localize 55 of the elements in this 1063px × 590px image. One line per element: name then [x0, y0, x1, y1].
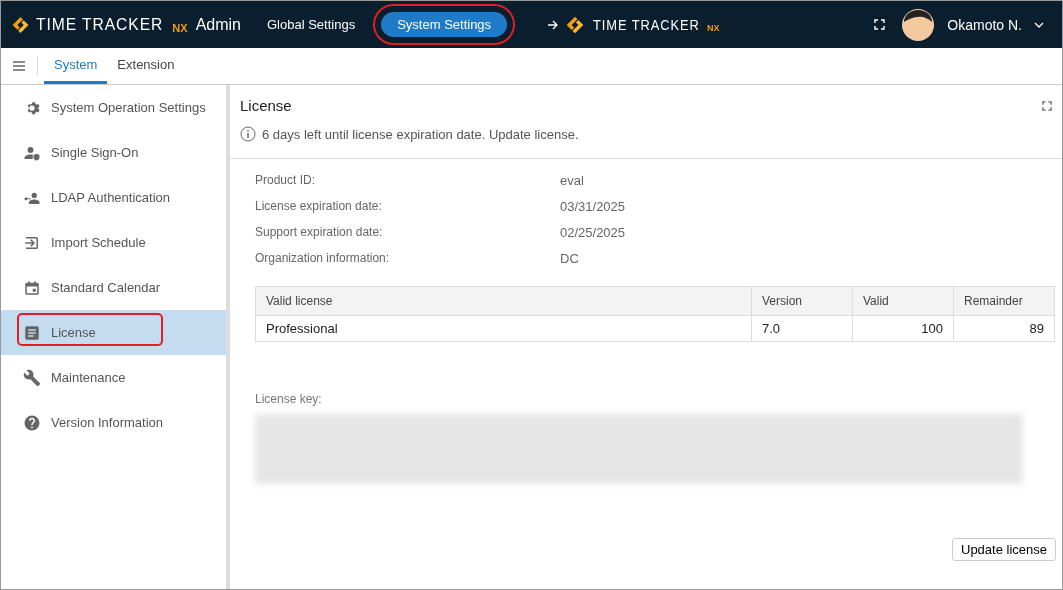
panel-title: License: [240, 97, 292, 114]
help-icon: [23, 413, 41, 432]
table-cell: 100: [852, 315, 954, 342]
column-header: Valid: [852, 286, 954, 316]
update-license-button[interactable]: Update license: [952, 538, 1056, 561]
field-value: DC: [560, 251, 580, 266]
link-logo-suffix: NX: [707, 22, 720, 33]
avatar[interactable]: [901, 7, 936, 42]
logo-icon: [565, 14, 586, 35]
sidebar-item[interactable]: System Operation Settings: [1, 85, 226, 130]
field-label: Product ID:: [255, 173, 317, 188]
app-title-suffix: NX: [172, 21, 188, 34]
sidebar-item-label: Single Sign-On: [51, 145, 139, 160]
field-value: eval: [560, 173, 585, 188]
sidebar-item[interactable]: Standard Calendar: [1, 265, 226, 310]
nav-tab[interactable]: Global Settings: [251, 12, 372, 37]
app-title: TIME TRACKER: [36, 14, 164, 35]
calendar-icon: [23, 278, 41, 297]
sidebar-item[interactable]: Import Schedule: [1, 220, 226, 265]
table-cell: Professional: [255, 315, 752, 342]
document-icon: [23, 323, 41, 342]
arrow-icon[interactable]: [547, 18, 560, 31]
menu-icon[interactable]: [13, 61, 25, 71]
field-value: 03/31/2025: [560, 199, 627, 214]
table-cell: 7.0: [751, 315, 853, 342]
field-label: License expiration date:: [255, 199, 383, 214]
sidebar-item[interactable]: LDAP Authentication: [1, 175, 226, 220]
tab[interactable]: Extension: [107, 48, 185, 84]
tab[interactable]: System: [44, 48, 108, 84]
sidebar-item-label: Import Schedule: [51, 235, 146, 250]
app-subtitle: Admin: [195, 15, 241, 34]
sidebar-item[interactable]: Single Sign-On: [1, 130, 226, 175]
sidebar-item-label: Maintenance: [51, 370, 126, 385]
sidebar-item-label: License: [51, 325, 96, 340]
column-header: Valid license: [255, 286, 752, 316]
wrench-icon: [23, 368, 41, 387]
column-header: Version: [751, 286, 853, 316]
field-label: Organization information:: [255, 251, 391, 266]
table-cell: 89: [953, 315, 1055, 342]
info-icon: [240, 126, 256, 142]
link-logo-text[interactable]: TIME TRACKER: [593, 16, 700, 33]
sidebar-item[interactable]: Version Information: [1, 400, 226, 445]
sidebar-item-label: Version Information: [51, 415, 163, 430]
sidebar-item-label: LDAP Authentication: [51, 190, 170, 205]
column-header: Remainder: [953, 286, 1055, 316]
sidebar-item-label: System Operation Settings: [51, 100, 206, 115]
chevron-down-icon[interactable]: [1034, 21, 1044, 28]
sidebar-item-label: Standard Calendar: [51, 280, 161, 295]
license-key-label: License key:: [255, 392, 323, 406]
sidebar-item[interactable]: Maintenance: [1, 355, 226, 400]
field-value: 02/25/2025: [560, 225, 627, 240]
user-name[interactable]: Okamoto N.: [947, 16, 1022, 33]
notice-text: 6 days left until license expiration date. Update license.: [262, 126, 579, 142]
sidebar-item[interactable]: License: [1, 310, 226, 355]
field-label: Support expiration date:: [255, 225, 384, 240]
